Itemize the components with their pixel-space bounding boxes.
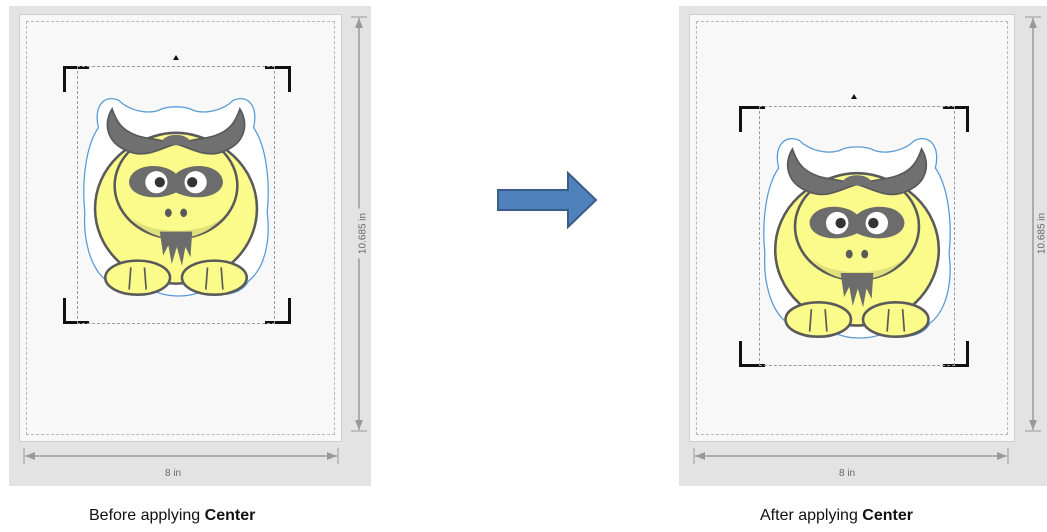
before-caption-bold: Center (204, 507, 256, 524)
gnu-image[interactable] (78, 66, 274, 324)
after-caption-bold: Center (862, 507, 913, 524)
rotate-handle[interactable] (851, 94, 857, 99)
height-dimension-label: 10.685 in (357, 208, 369, 259)
before-caption-text: Before applying (89, 507, 205, 524)
gnu-image[interactable] (758, 106, 956, 366)
after-canvas-panel: 10.685 in 8 in (679, 6, 1047, 486)
after-caption: After applying Center (760, 507, 913, 525)
before-canvas-panel: 10.685 in 8 in (9, 6, 371, 486)
transition-arrow (497, 171, 598, 229)
height-dimension-label: 10.685 in (1036, 208, 1047, 259)
width-dimension-line (23, 448, 339, 464)
rotate-handle[interactable] (173, 55, 179, 60)
width-dimension-line (693, 448, 1009, 464)
before-caption: Before applying Center (89, 507, 255, 525)
width-dimension-label: 8 in (839, 468, 856, 479)
after-caption-text: After applying (760, 507, 863, 524)
width-dimension-label: 8 in (165, 468, 182, 479)
